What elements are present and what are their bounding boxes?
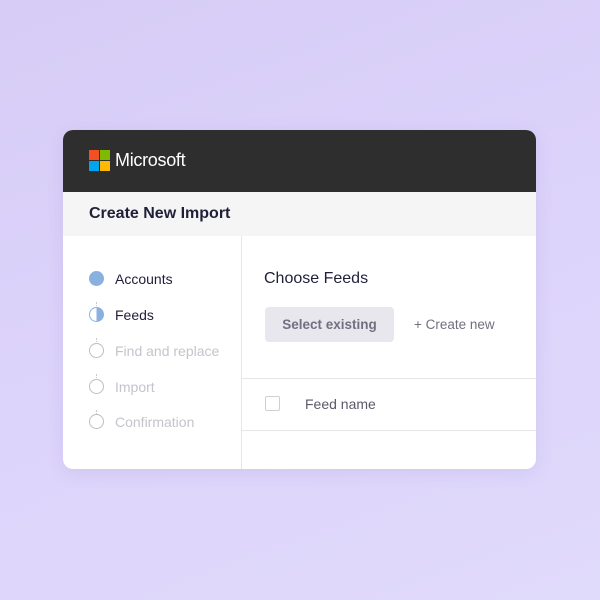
step-confirmation[interactable]: Confirmation bbox=[89, 412, 249, 432]
step-label: Accounts bbox=[115, 271, 173, 287]
step-find-and-replace[interactable]: Find and replace bbox=[89, 341, 249, 361]
step-pending-icon bbox=[89, 343, 104, 358]
column-header-feed-name[interactable]: Feed name bbox=[305, 395, 376, 413]
create-new-button[interactable]: + Create new bbox=[414, 316, 495, 334]
step-label: Import bbox=[115, 379, 155, 395]
section-heading: Choose Feeds bbox=[264, 270, 369, 287]
main-panel: Choose Feeds Select existing + Create ne… bbox=[242, 236, 536, 469]
step-complete-icon bbox=[89, 271, 104, 286]
select-existing-button[interactable]: Select existing bbox=[265, 307, 394, 342]
select-all-checkbox[interactable] bbox=[265, 396, 280, 411]
step-pending-icon bbox=[89, 379, 104, 394]
step-accounts[interactable]: Accounts bbox=[89, 269, 249, 289]
import-wizard-card: Microsoft Create New Import Accounts Fee… bbox=[63, 130, 536, 469]
step-sidebar: Accounts Feeds Find and replace Import C… bbox=[63, 236, 242, 469]
title-bar: Create New Import bbox=[63, 192, 536, 236]
step-feeds[interactable]: Feeds bbox=[89, 305, 249, 325]
step-label: Feeds bbox=[115, 307, 154, 323]
step-label: Confirmation bbox=[115, 414, 195, 430]
step-import[interactable]: Import bbox=[89, 377, 249, 397]
feeds-table-header: Feed name bbox=[242, 378, 536, 431]
step-label: Find and replace bbox=[115, 343, 220, 359]
step-in-progress-icon bbox=[89, 307, 104, 322]
page-title: Create New Import bbox=[89, 205, 231, 222]
microsoft-logo-icon bbox=[89, 150, 111, 172]
brand-name: Microsoft bbox=[115, 150, 186, 170]
app-header: Microsoft bbox=[63, 130, 536, 192]
step-pending-icon bbox=[89, 414, 104, 429]
